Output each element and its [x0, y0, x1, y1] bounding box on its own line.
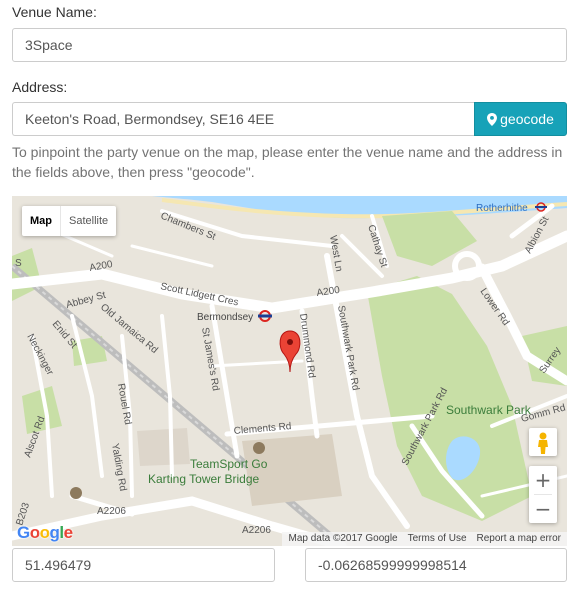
building-block [137, 428, 190, 466]
pegman-icon [538, 432, 548, 454]
map-type-satellite-button[interactable]: Satellite [61, 206, 116, 236]
map-label-a2206-b: A2206 [242, 525, 271, 536]
zoom-out-button[interactable]: − [529, 495, 557, 523]
poi-icon [70, 487, 82, 499]
google-logo[interactable]: Google [17, 523, 73, 543]
address-input[interactable]: Keeton's Road, Bermondsey, SE16 4EE [12, 102, 474, 136]
poi-icon [253, 442, 265, 454]
street-view-pegman[interactable] [529, 428, 557, 456]
venue-name-input[interactable]: 3Space [12, 28, 567, 62]
address-label: Address: [12, 79, 68, 95]
latitude-input[interactable]: 51.496479 [12, 548, 275, 582]
map-label-a2206-a: A2206 [97, 506, 126, 517]
report-map-error-link[interactable]: Report a map error [477, 532, 561, 546]
map-canvas[interactable]: Chambers St Rotherhithe Albion St Cathay… [12, 196, 567, 546]
map-label-teamsport-2: Karting Tower Bridge [148, 472, 259, 486]
zoom-in-button[interactable]: + [529, 466, 557, 494]
geocode-label: geocode [500, 111, 554, 127]
map-label-bermondsey: Bermondsey [197, 312, 253, 323]
geocode-button[interactable]: geocode [474, 102, 567, 136]
zoom-control: + − [529, 466, 557, 523]
map-label-rotherhithe: Rotherhithe [476, 203, 528, 214]
map-type-map-button[interactable]: Map [22, 206, 61, 236]
longitude-input[interactable]: -0.06268599999998514 [305, 548, 567, 582]
map-label-s-edge: S [15, 258, 22, 269]
map-attribution: Map data ©2017 Google Terms of Use Repor… [282, 532, 567, 546]
venue-name-label: Venue Name: [12, 4, 97, 20]
help-text: To pinpoint the party venue on the map, … [12, 144, 563, 180]
map-type-control: Map Satellite [22, 206, 117, 236]
terms-of-use-link[interactable]: Terms of Use [408, 532, 467, 546]
map-label-teamsport-1: TeamSport Go [190, 457, 268, 471]
map-marker-icon [487, 113, 498, 126]
map-data-credit: Map data ©2017 Google [288, 533, 398, 544]
map-label-southwark-park: Southwark Park [446, 403, 532, 417]
map[interactable]: Chambers St Rotherhithe Albion St Cathay… [12, 196, 567, 546]
